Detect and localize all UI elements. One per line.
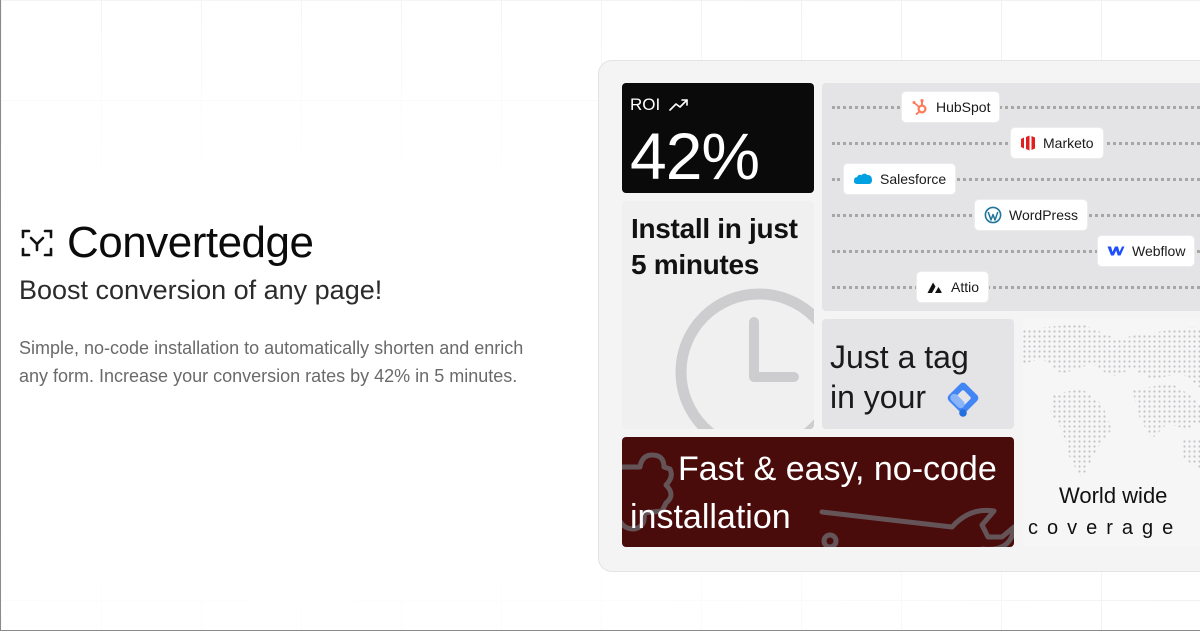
roi-label-text: ROI bbox=[630, 95, 661, 114]
integration-name: HubSpot bbox=[936, 99, 991, 115]
hubspot-icon bbox=[912, 99, 927, 115]
brand: Convertedge bbox=[19, 218, 314, 268]
google-tag-manager-icon bbox=[947, 382, 979, 417]
marketo-icon bbox=[1021, 135, 1035, 151]
integration-chip-salesforce: Salesforce bbox=[844, 164, 956, 194]
install-card: Install in just 5 minutes bbox=[622, 201, 814, 429]
no-code-line-1: Fast & easy, no-code bbox=[678, 450, 997, 488]
roi-value: 42% bbox=[630, 119, 760, 193]
install-line-2: 5 minutes bbox=[631, 249, 760, 280]
coverage-card: World wide coverage bbox=[1022, 319, 1200, 547]
integration-name: WordPress bbox=[1009, 207, 1078, 223]
integration-chip-hubspot: HubSpot bbox=[902, 92, 1000, 122]
integration-chip-wordpress: WordPress bbox=[975, 200, 1087, 230]
integration-name: Marketo bbox=[1043, 135, 1094, 151]
integration-chip-webflow: Webflow bbox=[1098, 236, 1195, 266]
no-code-line-2: installation bbox=[630, 498, 791, 536]
trending-up-icon bbox=[669, 99, 689, 111]
integration-name: Salesforce bbox=[880, 171, 947, 187]
integration-chip-attio: Attio bbox=[917, 272, 989, 302]
integration-line bbox=[832, 286, 1200, 289]
no-code-heading: Fast & easy, no-code installation bbox=[630, 445, 997, 541]
hero-tagline: Boost conversion of any page! bbox=[19, 275, 383, 305]
no-code-card: Fast & easy, no-code installation bbox=[622, 437, 1014, 547]
clock-icon bbox=[675, 288, 814, 429]
install-heading: Install in just 5 minutes bbox=[631, 211, 798, 283]
roi-card: ROI 42% bbox=[622, 83, 814, 193]
world-map-icon bbox=[1022, 324, 1200, 479]
tag-card: Just a tag in your bbox=[822, 319, 1014, 429]
install-line-1: Install in just bbox=[631, 213, 798, 244]
integration-name: Webflow bbox=[1132, 243, 1186, 259]
page-frame: Convertedge Boost conversion of any page… bbox=[0, 0, 1200, 631]
wordpress-icon bbox=[984, 206, 1002, 224]
focus-brackets-icon bbox=[21, 229, 53, 257]
coverage-title: World wide bbox=[1059, 483, 1168, 508]
tag-line-1: Just a tag bbox=[830, 339, 969, 375]
webflow-icon bbox=[1107, 246, 1125, 256]
brand-name: Convertedge bbox=[67, 218, 314, 267]
roi-label: ROI bbox=[630, 95, 690, 115]
salesforce-icon bbox=[853, 173, 873, 184]
attio-icon bbox=[927, 282, 942, 293]
integrations-card: HubSpot Marketo Salesforce WordPress Web… bbox=[822, 83, 1200, 311]
integration-chip-marketo: Marketo bbox=[1011, 128, 1103, 158]
integration-line bbox=[832, 106, 1200, 109]
integration-name: Attio bbox=[951, 279, 980, 295]
hero-description: Simple, no-code installation to automati… bbox=[19, 338, 524, 386]
coverage-subtitle: coverage bbox=[1028, 517, 1183, 539]
